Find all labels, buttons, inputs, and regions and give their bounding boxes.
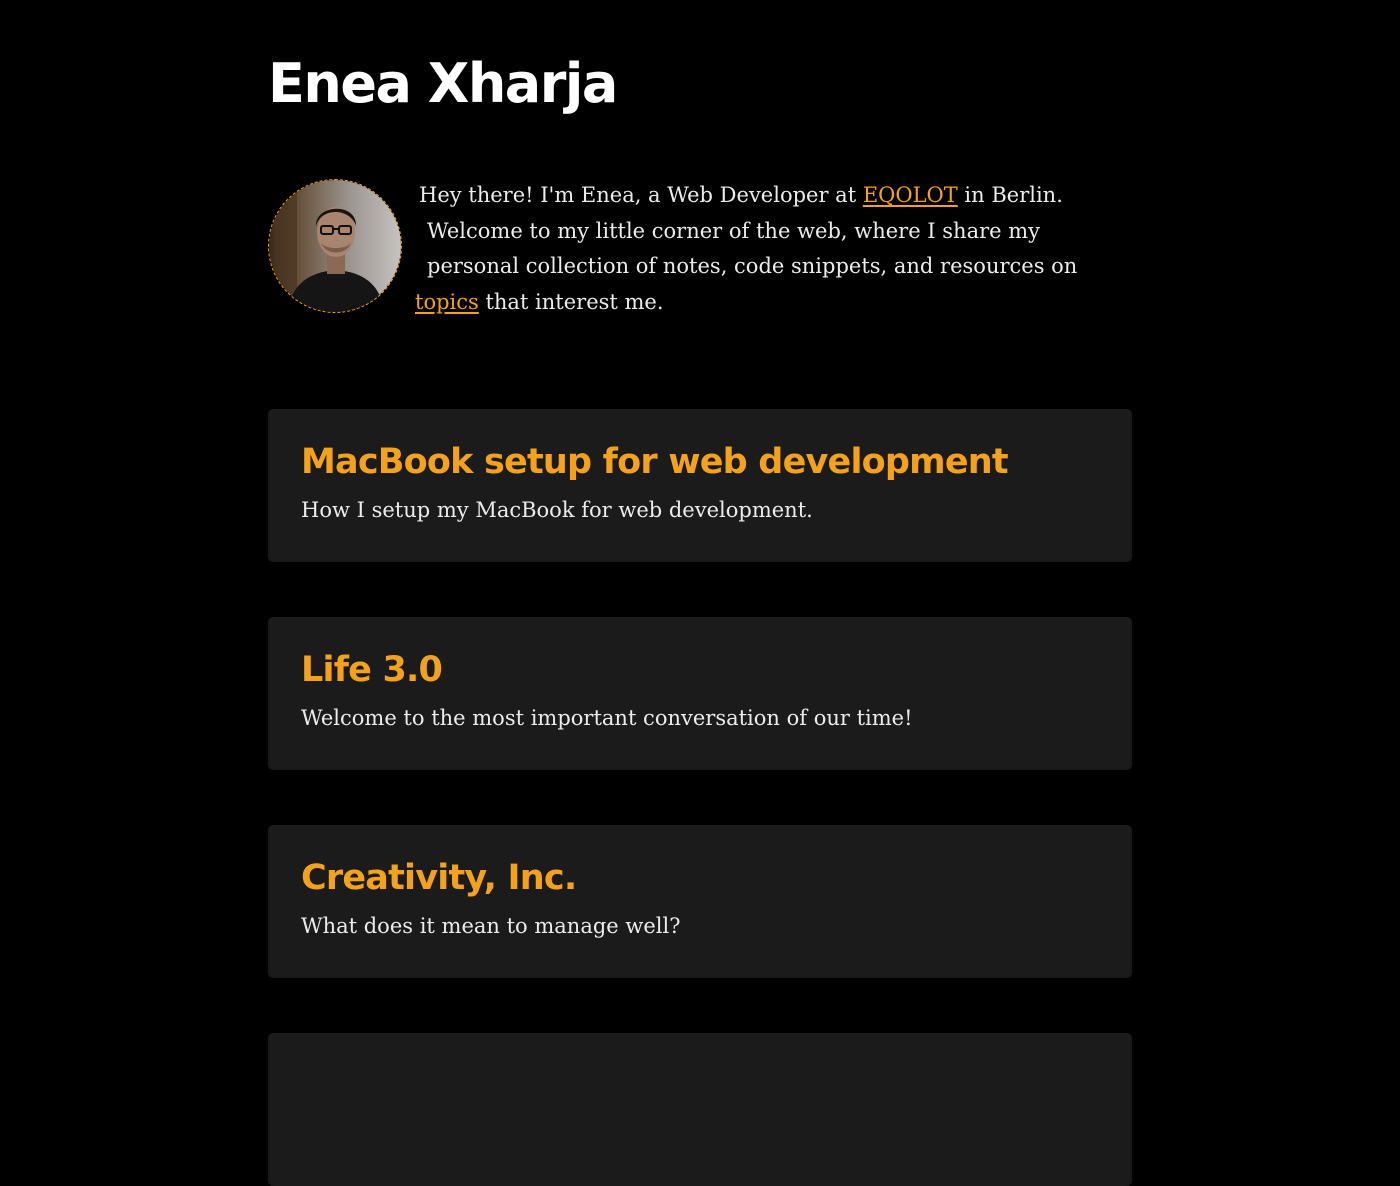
post-title[interactable]: MacBook setup for web development	[301, 439, 1009, 485]
intro-line-4: topics that interest me.	[415, 289, 664, 314]
intro-line-2: Welcome to my little corner of the web, …	[427, 218, 1041, 243]
post-card[interactable]: MacBook setup for web development How I …	[268, 409, 1132, 562]
company-link[interactable]: EQOLOT	[863, 183, 958, 207]
topics-link[interactable]: topics	[415, 290, 479, 314]
avatar-photo	[269, 180, 401, 312]
post-card[interactable]: Life 3.0 Welcome to the most important c…	[268, 617, 1132, 770]
intro-text: Hey there! I'm Enea, a Web Developer at …	[415, 178, 1105, 320]
post-description: How I setup my MacBook for web developme…	[301, 498, 813, 522]
post-title[interactable]: Creativity, Inc.	[301, 855, 577, 901]
avatar	[268, 179, 402, 313]
post-description: What does it mean to manage well?	[301, 914, 681, 938]
post-title[interactable]: Life 3.0	[301, 647, 443, 693]
intro-line-3: personal collection of notes, code snipp…	[427, 254, 1078, 278]
intro-section: Hey there! I'm Enea, a Web Developer at …	[268, 178, 1132, 328]
intro-line-1: Hey there! I'm Enea, a Web Developer at …	[419, 183, 1063, 207]
post-card[interactable]	[268, 1033, 1132, 1186]
site-title[interactable]: Enea Xharja	[268, 52, 618, 116]
post-card[interactable]: Creativity, Inc. What does it mean to ma…	[268, 825, 1132, 978]
post-description: Welcome to the most important conversati…	[301, 706, 913, 730]
